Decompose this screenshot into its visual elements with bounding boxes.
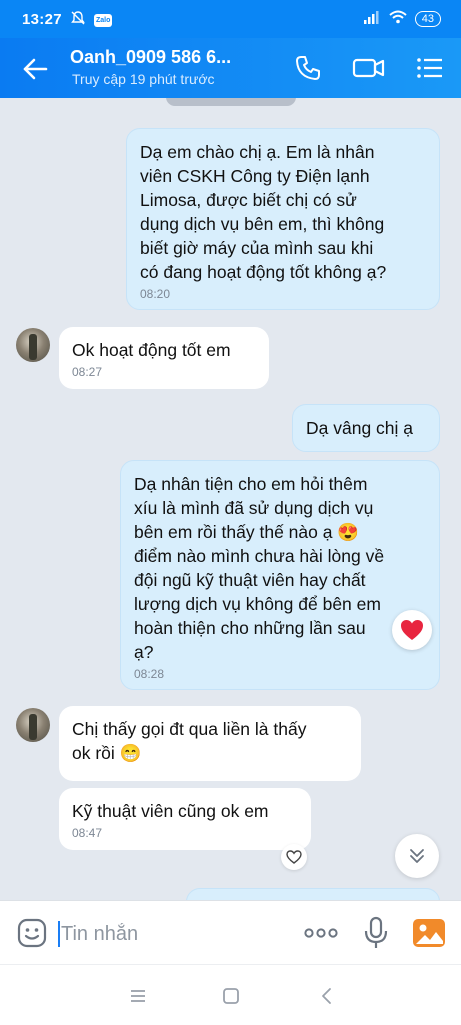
scroll-to-bottom-button[interactable] (395, 834, 439, 878)
back-arrow-icon[interactable] (20, 54, 50, 84)
message-bubble-received[interactable]: Chị thấy gọi đt qua liền là thấy ok rồi … (59, 706, 361, 781)
chat-area[interactable]: Dạ em chào chị ạ. Em là nhân viên CSKH C… (0, 98, 461, 900)
heart-reaction-icon[interactable] (392, 610, 432, 650)
message-bubble-sent[interactable]: Dạ em chào chị ạ. Em là nhân viên CSKH C… (126, 128, 440, 310)
recent-apps-icon[interactable] (127, 985, 149, 1007)
message-bubble-sent[interactable]: Dạ vâng chị ạ (292, 404, 440, 452)
notifications-off-icon (70, 10, 86, 30)
avatar[interactable] (16, 328, 50, 362)
emoji-sticker-icon[interactable] (16, 917, 48, 949)
last-seen-status: Truy cập 19 phút trước (72, 71, 215, 87)
message-time: 08:47 (72, 826, 103, 840)
date-separator (166, 98, 296, 106)
message-text: Ok hoạt động tốt em (72, 340, 231, 360)
message-bubble-sent[interactable] (186, 888, 440, 900)
message-bubble-sent[interactable]: Dạ nhân tiện cho em hỏi thêm xíu là mình… (120, 460, 440, 690)
text-cursor (58, 921, 60, 947)
avatar[interactable] (16, 708, 50, 742)
menu-list-icon[interactable] (414, 52, 446, 84)
home-icon[interactable] (220, 985, 242, 1007)
message-time: 08:20 (140, 287, 171, 301)
wifi-icon (389, 10, 407, 28)
back-icon[interactable] (316, 985, 338, 1007)
video-call-icon[interactable] (352, 52, 385, 84)
status-time: 13:27 (22, 11, 62, 28)
message-text: Chị thấy gọi đt qua liền là thấy ok rồi … (72, 719, 307, 763)
zalo-icon: Zalo (94, 13, 113, 27)
message-text: Kỹ thuật viên cũng ok em (72, 801, 269, 821)
signal-icon (363, 10, 381, 28)
message-text: Dạ nhân tiện cho em hỏi thêm xíu là mình… (134, 474, 385, 662)
like-reaction-icon[interactable] (281, 844, 307, 870)
contact-name[interactable]: Oanh_0909 586 6... (70, 47, 231, 68)
chat-header: Oanh_0909 586 6... Truy cập 19 phút trướ… (0, 38, 461, 98)
message-bubble-received[interactable]: Kỹ thuật viên cũng ok em 08:47 (59, 788, 311, 850)
image-gallery-icon[interactable] (412, 917, 446, 949)
system-nav-bar (0, 964, 461, 1025)
message-time: 08:27 (72, 365, 103, 379)
battery-icon: 43 (414, 11, 441, 27)
more-options-icon[interactable] (303, 925, 339, 941)
microphone-icon[interactable] (362, 916, 390, 950)
phone-icon[interactable] (292, 52, 324, 84)
message-input[interactable] (61, 919, 281, 949)
message-text: Dạ em chào chị ạ. Em là nhân viên CSKH C… (140, 142, 387, 282)
message-bubble-received[interactable]: Ok hoạt động tốt em 08:27 (59, 327, 269, 389)
message-time: 08:28 (134, 667, 165, 681)
message-input-bar (0, 900, 461, 965)
message-text: Dạ vâng chị ạ (306, 418, 414, 438)
status-bar: 13:27 Zalo 43 (0, 0, 461, 38)
